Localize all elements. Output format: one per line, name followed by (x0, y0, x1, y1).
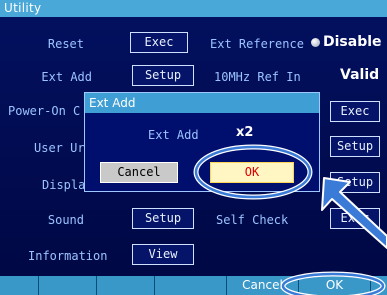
user-setup-button[interactable]: Setup (330, 136, 380, 157)
ext-add-label: Ext Add (41, 70, 92, 84)
ext-add-setup-button[interactable]: Setup (132, 65, 194, 86)
power-on-exec-button[interactable]: Exec (330, 101, 380, 122)
power-on-label: Power-On C (8, 104, 81, 118)
dialog-cancel-button[interactable]: Cancel (100, 162, 178, 183)
reset-exec-button[interactable]: Exec (130, 32, 188, 53)
window-title: Utility (0, 0, 387, 17)
display-setup-button[interactable]: Setup (330, 172, 380, 193)
softkey-7[interactable] (370, 276, 387, 295)
sound-label: Sound (47, 213, 84, 227)
dialog-field-value: x2 (236, 125, 254, 140)
reset-label: Reset (47, 37, 84, 51)
softkey-3[interactable] (96, 276, 154, 295)
ext-reference-value: Disable (323, 34, 382, 50)
softkey-4[interactable] (154, 276, 226, 295)
ref-10mhz-label: 10MHz Ref In (214, 70, 301, 84)
softkey-bar: Cancel OK (0, 276, 387, 295)
softkey-1[interactable] (0, 276, 38, 295)
sound-setup-button[interactable]: Setup (132, 208, 194, 229)
ext-reference-label: Ext Reference (210, 37, 304, 51)
softkey-2[interactable] (38, 276, 96, 295)
user-label: User Ur (34, 141, 85, 155)
softkey-ok[interactable]: OK (298, 276, 370, 295)
display-label: Displa (42, 178, 86, 192)
dialog-field-label: Ext Add (148, 128, 199, 142)
self-check-exec-button[interactable]: Exec (330, 208, 380, 229)
softkey-cancel[interactable]: Cancel (226, 276, 298, 295)
information-label: Information (28, 249, 108, 263)
information-view-button[interactable]: View (132, 244, 194, 265)
ref-10mhz-value: Valid (340, 67, 380, 83)
self-check-label: Self Check (216, 213, 289, 227)
dialog-ok-button[interactable]: OK (210, 162, 294, 183)
ext-reference-indicator-icon (311, 38, 320, 47)
dialog-title: Ext Add (85, 93, 319, 113)
